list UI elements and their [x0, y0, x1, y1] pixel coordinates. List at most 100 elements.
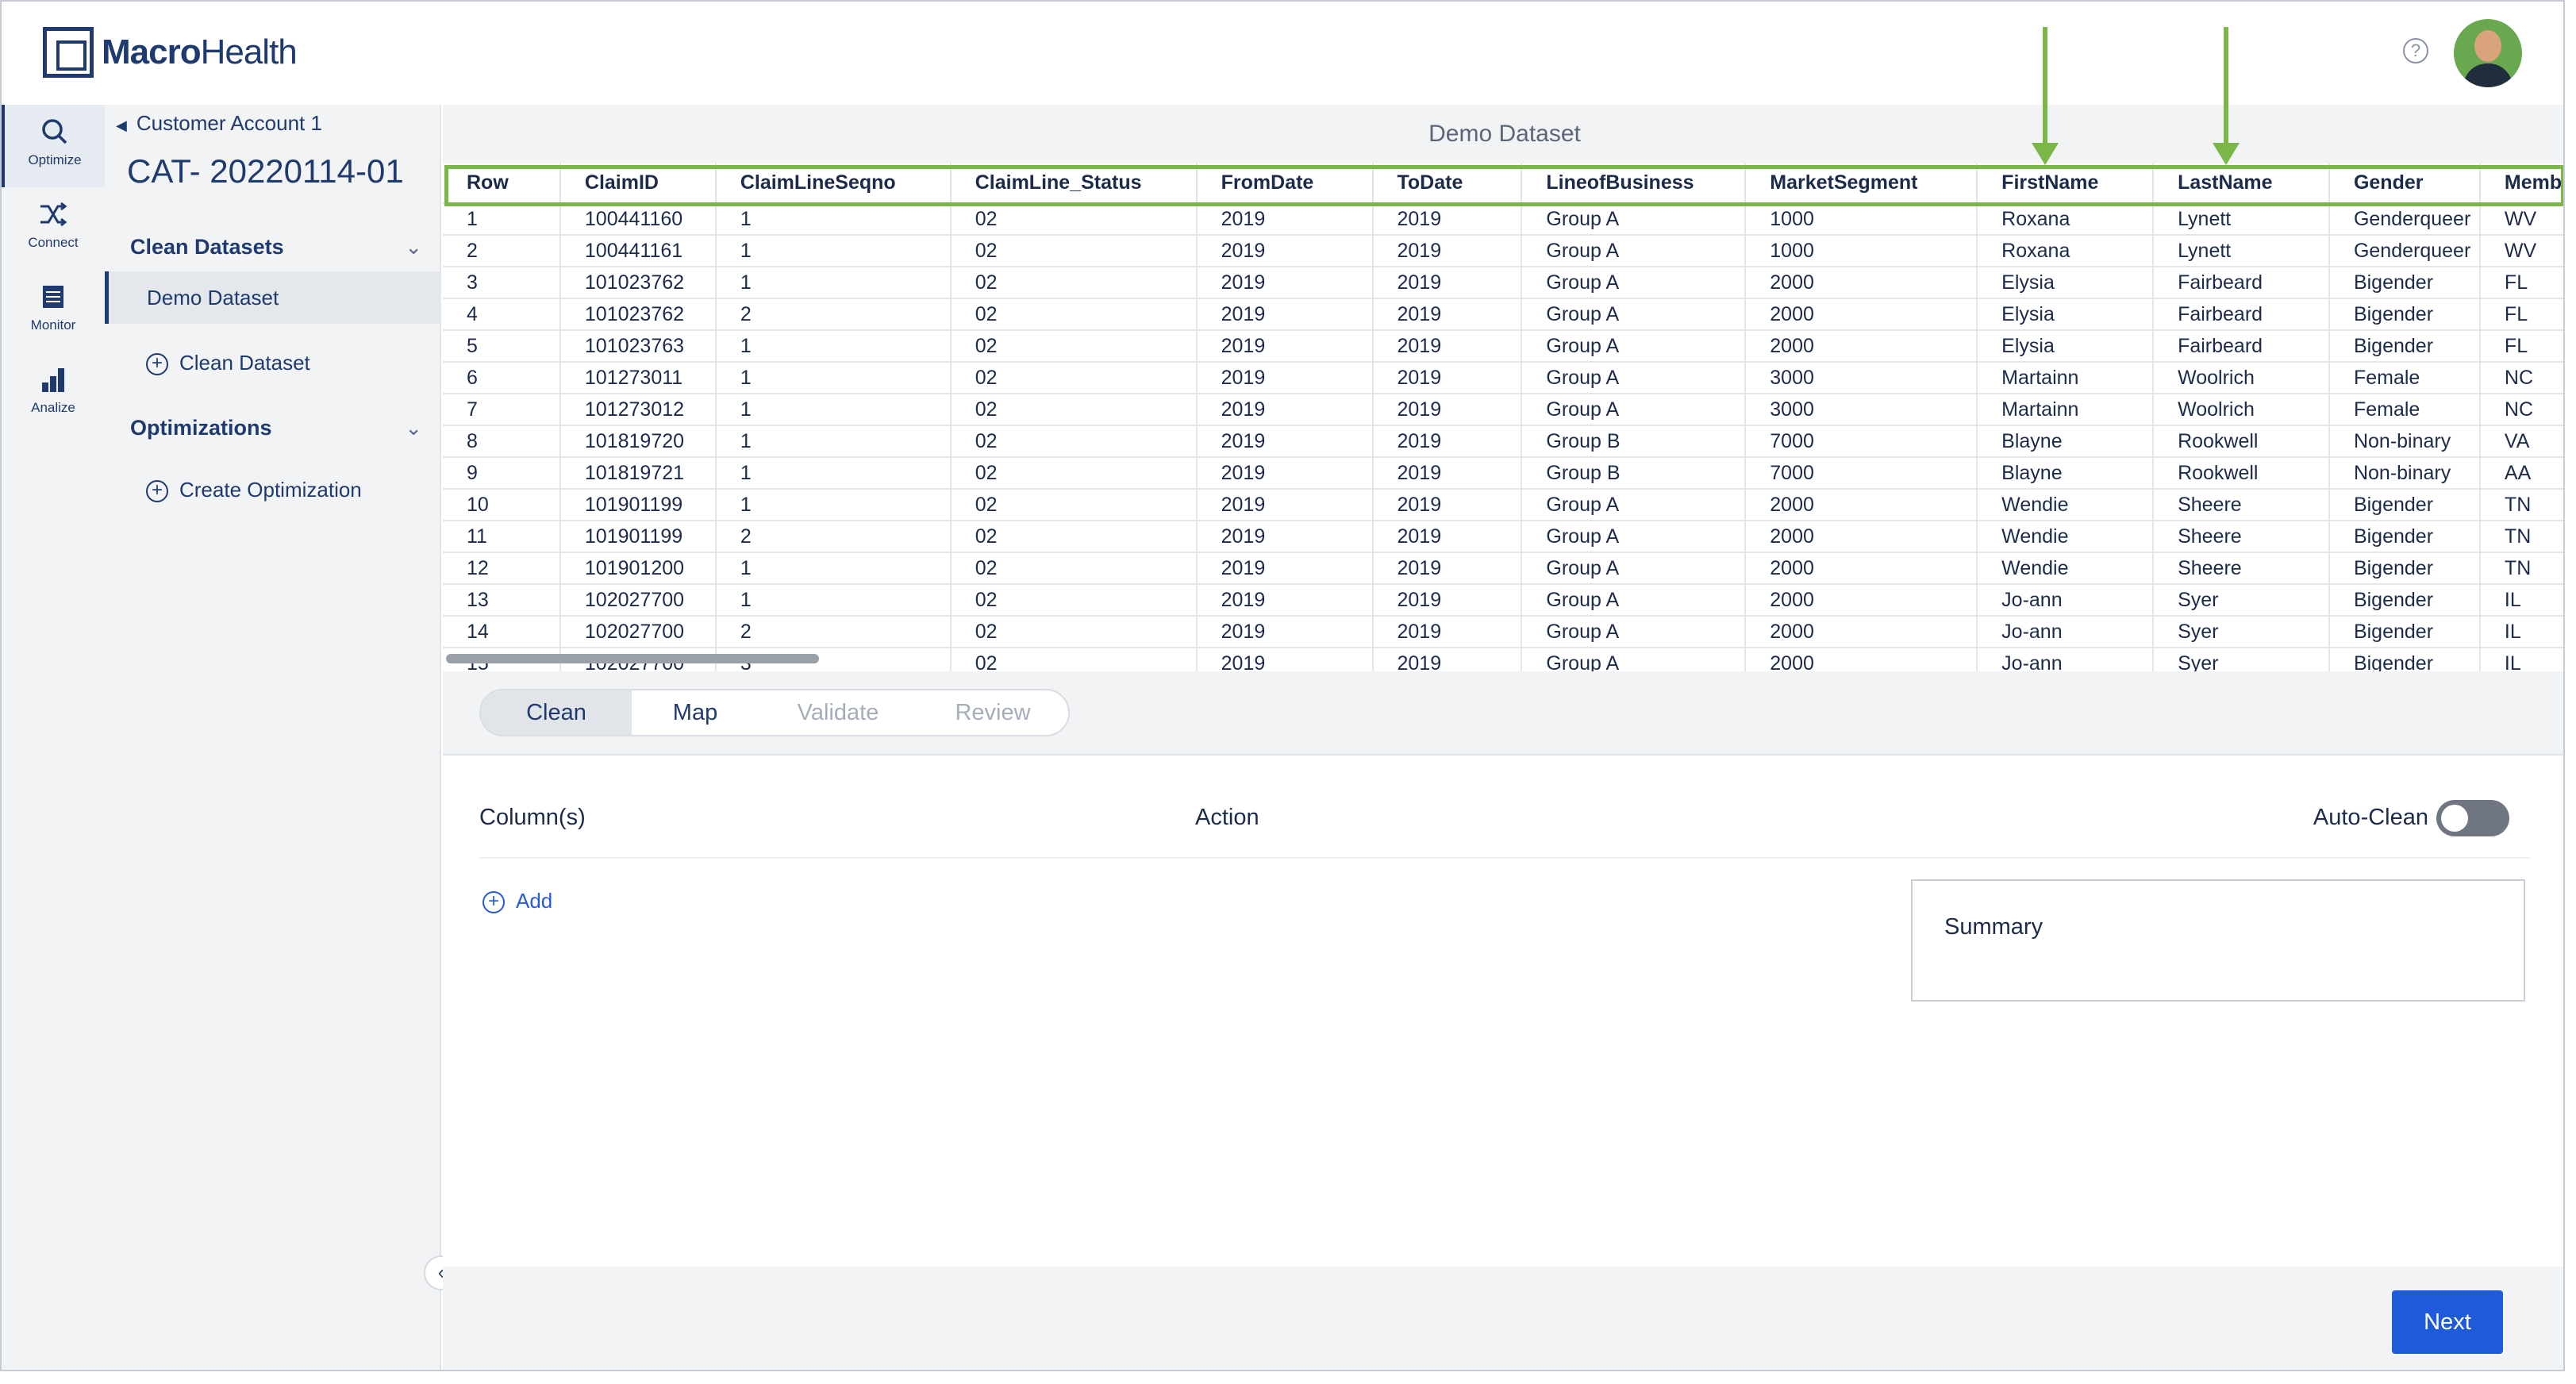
- table-cell: Group B: [1521, 425, 1747, 458]
- back-link[interactable]: ◀ Customer Account 1: [116, 111, 322, 136]
- column-header[interactable]: Gender: [2328, 163, 2481, 204]
- rail-item-monitor[interactable]: Monitor: [2, 270, 105, 352]
- table-row[interactable]: 9 101819721 1 02 2019 2019 Group B 7000 Blayne Ro…: [443, 457, 2563, 490]
- column-header[interactable]: FirstName: [1977, 163, 2155, 204]
- column-header[interactable]: ClaimID: [559, 163, 717, 204]
- table-row[interactable]: 13 102027700 1 02 2019 2019 Group A 2000 Jo-ann S…: [443, 584, 2563, 617]
- table-cell: 2000: [1745, 298, 1978, 331]
- toggle-knob: [2441, 805, 2468, 832]
- table-cell: 101901199: [559, 521, 717, 553]
- caret-left-icon: ◀: [116, 117, 127, 133]
- table-cell: Bigender: [2328, 330, 2481, 363]
- table-cell: 9: [443, 457, 561, 490]
- auto-clean-label: Auto-Clean: [2313, 805, 2428, 830]
- avatar-body: [2463, 63, 2513, 87]
- table-cell: 101819720: [559, 425, 717, 458]
- table-row[interactable]: 14 102027700 2 02 2019 2019 Group A 2000 Jo-ann S…: [443, 616, 2563, 648]
- macrohealth-logo[interactable]: MacroHealth: [43, 27, 298, 78]
- step-validate[interactable]: Validate: [759, 690, 917, 735]
- table-cell: 1000: [1745, 203, 1978, 236]
- table-cell: 1000: [1745, 235, 1978, 267]
- table-cell: 2019: [1372, 425, 1523, 458]
- table-cell: Genderqueer: [2328, 235, 2481, 267]
- table-cell: 02: [950, 394, 1198, 426]
- step-map[interactable]: Map: [632, 690, 759, 735]
- table-row[interactable]: 12 101901200 1 02 2019 2019 Group A 2000 Wendie S…: [443, 552, 2563, 585]
- sidebar-item-demo-dataset[interactable]: Demo Dataset: [105, 271, 441, 324]
- table-cell: 1: [715, 330, 952, 363]
- step-clean[interactable]: Clean: [481, 690, 632, 735]
- cleaning-panel: Column(s) Action Auto-Clean + Add Summary: [443, 754, 2563, 1267]
- table-cell: 2019: [1196, 425, 1374, 458]
- table-row[interactable]: 6 101273011 1 02 2019 2019 Group A 3000 Martainn…: [443, 362, 2563, 394]
- column-header[interactable]: ToDate: [1372, 163, 1523, 204]
- monitor-icon: [43, 286, 63, 308]
- table-cell: Syer: [2153, 616, 2330, 648]
- table-cell: 2000: [1745, 552, 1978, 585]
- table-cell: Bigender: [2328, 489, 2481, 521]
- table-cell: Fairbeard: [2153, 267, 2330, 299]
- create-optimization-button[interactable]: + Create Optimization: [146, 478, 362, 503]
- table-row[interactable]: 5 101023763 1 02 2019 2019 Group A 2000 Elysia Fa…: [443, 330, 2563, 363]
- table-row[interactable]: 3 101023762 1 02 2019 2019 Group A 2000 Elysia Fa…: [443, 267, 2563, 299]
- table-cell: 2019: [1372, 584, 1523, 617]
- table-cell: 101023762: [559, 267, 717, 299]
- section-label: Optimizations: [130, 416, 272, 440]
- column-header[interactable]: ClaimLineSeqno: [715, 163, 952, 204]
- table-cell: Group A: [1521, 267, 1747, 299]
- table-cell: 2019: [1196, 267, 1374, 299]
- action-header: Action: [1195, 805, 1259, 830]
- table-cell: Group A: [1521, 552, 1747, 585]
- next-button[interactable]: Next: [2392, 1290, 2503, 1354]
- column-header[interactable]: LineofBusiness: [1521, 163, 1747, 204]
- table-cell: 2: [715, 616, 952, 648]
- add-clean-dataset-button[interactable]: + Clean Dataset: [146, 351, 310, 376]
- table-row[interactable]: 2 100441161 1 02 2019 2019 Group A 1000 Roxana Ly…: [443, 235, 2563, 267]
- table-cell: 02: [950, 298, 1198, 331]
- step-review[interactable]: Review: [917, 690, 1068, 735]
- table-row[interactable]: 8 101819720 1 02 2019 2019 Group B 7000 Blayne Ro…: [443, 425, 2563, 458]
- table-cell: Jo-ann: [1977, 616, 2155, 648]
- column-header[interactable]: FromDate: [1196, 163, 1374, 204]
- table-cell: 102027700: [559, 584, 717, 617]
- table-cell: Sheere: [2153, 521, 2330, 553]
- table-cell: Jo-ann: [1977, 648, 2155, 671]
- table-row[interactable]: 11 101901199 2 02 2019 2019 Group A 2000 Wendie S…: [443, 521, 2563, 553]
- help-circle-icon[interactable]: ?: [2403, 38, 2428, 63]
- data-grid[interactable]: Row ClaimID ClaimLineSeqno ClaimLine_Status…: [443, 163, 2563, 671]
- table-row[interactable]: 4 101023762 2 02 2019 2019 Group A 2000 Elysia Fa…: [443, 298, 2563, 331]
- table-cell: 2019: [1372, 616, 1523, 648]
- table-cell: 101901199: [559, 489, 717, 521]
- main-content: Demo Dataset Row ClaimID ClaimLineSeqno Cla…: [443, 27, 2563, 1370]
- auto-clean-toggle[interactable]: [2436, 800, 2509, 836]
- table-cell: Wendie: [1977, 489, 2155, 521]
- rail-item-connect[interactable]: Connect: [2, 187, 105, 270]
- rail-item-analize[interactable]: Analize: [2, 352, 105, 435]
- optimizations-section[interactable]: Optimizations ⌄: [130, 416, 432, 440]
- table-cell: 02: [950, 489, 1198, 521]
- table-cell: Female: [2328, 362, 2481, 394]
- sidebar-item-label: Demo Dataset: [147, 286, 279, 309]
- column-header[interactable]: Row: [443, 163, 561, 204]
- add-rule-button[interactable]: + Add: [483, 889, 552, 914]
- rail-item-optimize[interactable]: Optimize: [2, 105, 105, 187]
- table-cell: 2019: [1196, 298, 1374, 331]
- user-avatar[interactable]: [2454, 19, 2522, 87]
- table-row[interactable]: 1 100441160 1 02 2019 2019 Group A 1000 Roxana Ly…: [443, 203, 2563, 236]
- plus-circle-icon: +: [146, 353, 168, 376]
- table-cell: 2019: [1196, 394, 1374, 426]
- column-header[interactable]: MarketSegment: [1745, 163, 1978, 204]
- column-header[interactable]: ClaimLine_Status: [950, 163, 1198, 204]
- table-row[interactable]: 10 101901199 1 02 2019 2019 Group A 2000 Wendie S…: [443, 489, 2563, 521]
- table-cell: 02: [950, 552, 1198, 585]
- table-cell: 1: [715, 235, 952, 267]
- bar-chart-icon: [42, 368, 64, 392]
- table-cell: 14: [443, 616, 561, 648]
- table-row[interactable]: 7 101273012 1 02 2019 2019 Group A 3000 Martainn…: [443, 394, 2563, 426]
- table-cell: 3000: [1745, 394, 1978, 426]
- table-cell: 02: [950, 362, 1198, 394]
- column-header[interactable]: Memb: [2479, 163, 2563, 204]
- horizontal-scrollbar[interactable]: [446, 654, 819, 663]
- column-header[interactable]: LastName: [2153, 163, 2330, 204]
- clean-datasets-section[interactable]: Clean Datasets ⌄: [130, 235, 432, 260]
